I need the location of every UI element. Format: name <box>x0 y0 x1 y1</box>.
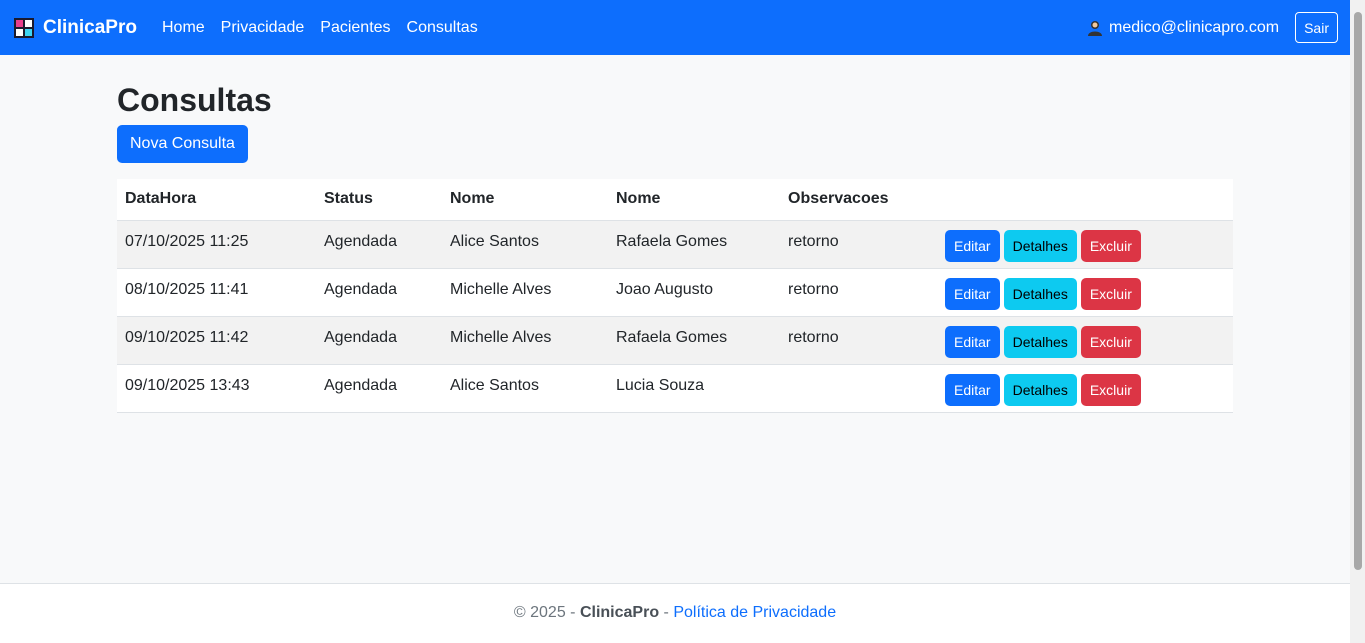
cell-nome: Michelle Alves <box>442 268 608 317</box>
page-title: Consultas <box>117 82 272 118</box>
header-status: Status <box>316 179 442 221</box>
footer-separator: - <box>663 604 669 621</box>
cell-datahora: 09/10/2025 13:43 <box>117 364 316 413</box>
table-row: 07/10/2025 11:25 Agendada Alice Santos R… <box>117 220 1233 269</box>
nav-links: Home Privacidade Pacientes Consultas <box>162 19 494 37</box>
header-observacoes: Observacoes <box>780 179 937 221</box>
new-consultation-button[interactable]: Nova Consulta <box>117 125 248 163</box>
cell-status: Agendada <box>316 220 442 269</box>
cell-nome: Rafaela Gomes <box>608 316 780 365</box>
edit-button[interactable]: Editar <box>945 229 1000 262</box>
nav-link-privacidade[interactable]: Privacidade <box>221 19 305 37</box>
table-header-row: DataHora Status Nome Nome Observacoes <box>117 179 1233 221</box>
delete-button[interactable]: Excluir <box>1080 325 1141 358</box>
cell-datahora: 09/10/2025 11:42 <box>117 316 316 365</box>
header-nome-medico: Nome <box>608 179 780 221</box>
cell-status: Agendada <box>316 316 442 365</box>
nav-link-home[interactable]: Home <box>162 19 205 37</box>
user-area: medico@clinicapro.com Sair <box>1086 12 1338 43</box>
cell-actions: Editar Detalhes Excluir <box>937 268 1233 317</box>
cell-status: Agendada <box>316 364 442 413</box>
table-row: 09/10/2025 13:43 Agendada Alice Santos L… <box>117 364 1233 413</box>
delete-button[interactable]: Excluir <box>1080 229 1141 262</box>
edit-button[interactable]: Editar <box>945 277 1000 310</box>
table-row: 09/10/2025 11:42 Agendada Michelle Alves… <box>117 316 1233 365</box>
header-datahora: DataHora <box>117 179 316 221</box>
user-email: medico@clinicapro.com <box>1109 18 1280 36</box>
cell-observacoes: retorno <box>780 268 937 317</box>
logout-button[interactable]: Sair <box>1295 12 1338 43</box>
details-button[interactable]: Detalhes <box>1003 229 1077 262</box>
nav-link-pacientes[interactable]: Pacientes <box>320 19 390 37</box>
cell-actions: Editar Detalhes Excluir <box>937 220 1233 269</box>
main-content: Consultas Nova Consulta DataHora Status … <box>117 80 1233 413</box>
cell-status: Agendada <box>316 268 442 317</box>
cell-observacoes: retorno <box>780 220 937 269</box>
vertical-scrollbar[interactable] <box>1350 0 1365 643</box>
cell-actions: Editar Detalhes Excluir <box>937 364 1233 413</box>
cell-nome: Michelle Alves <box>442 316 608 365</box>
table-row: 08/10/2025 11:41 Agendada Michelle Alves… <box>117 268 1233 317</box>
header-nome-paciente: Nome <box>442 179 608 221</box>
edit-button[interactable]: Editar <box>945 373 1000 406</box>
details-button[interactable]: Detalhes <box>1003 373 1077 406</box>
footer: © 2025 - ClinicaPro - Política de Privac… <box>0 583 1350 643</box>
cell-nome: Lucia Souza <box>608 364 780 413</box>
cell-nome: Joao Augusto <box>608 268 780 317</box>
cell-nome: Rafaela Gomes <box>608 220 780 269</box>
edit-button[interactable]: Editar <box>945 325 1000 358</box>
cell-datahora: 07/10/2025 11:25 <box>117 220 316 269</box>
cell-nome: Alice Santos <box>442 364 608 413</box>
privacy-policy-link[interactable]: Política de Privacidade <box>673 604 836 621</box>
nav-link-consultas[interactable]: Consultas <box>407 19 478 37</box>
cell-actions: Editar Detalhes Excluir <box>937 316 1233 365</box>
delete-button[interactable]: Excluir <box>1080 277 1141 310</box>
cell-observacoes <box>780 364 937 413</box>
user-icon <box>1088 20 1103 36</box>
footer-copyright: © 2025 - <box>513 604 576 621</box>
consultations-table: DataHora Status Nome Nome Observacoes 07… <box>117 179 1233 413</box>
brand[interactable]: ClinicaPro <box>13 17 137 39</box>
details-button[interactable]: Detalhes <box>1003 277 1077 310</box>
delete-button[interactable]: Excluir <box>1080 373 1141 406</box>
navbar: ClinicaPro Home Privacidade Pacientes Co… <box>0 0 1350 55</box>
cell-observacoes: retorno <box>780 316 937 365</box>
brand-name: ClinicaPro <box>43 16 137 38</box>
footer-brand: ClinicaPro <box>579 604 660 621</box>
clinic-logo-icon <box>14 17 34 38</box>
scrollbar-thumb[interactable] <box>1354 12 1362 570</box>
header-actions <box>937 179 1233 221</box>
cell-datahora: 08/10/2025 11:41 <box>117 268 316 317</box>
details-button[interactable]: Detalhes <box>1003 325 1077 358</box>
cell-nome: Alice Santos <box>442 220 608 269</box>
